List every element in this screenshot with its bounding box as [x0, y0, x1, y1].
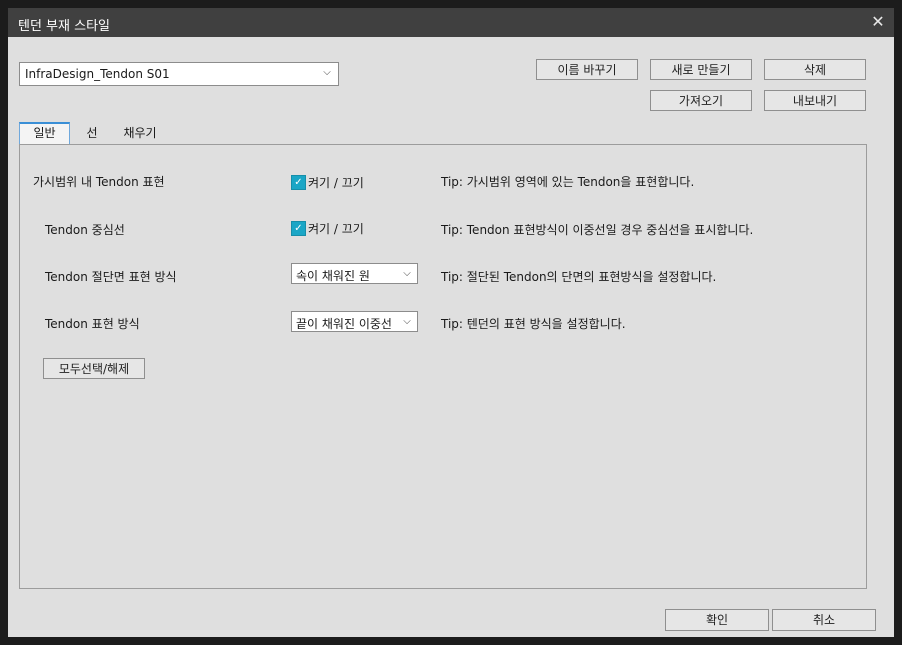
tab-general[interactable]: 일반 [19, 122, 70, 145]
delete-button[interactable]: 삭제 [764, 59, 866, 80]
cancel-button[interactable]: 취소 [772, 609, 876, 631]
tip-visible-tendon: Tip: 가시범위 영역에 있는 Tendon을 표현합니다. [441, 175, 695, 189]
import-button[interactable]: 가져오기 [650, 90, 752, 111]
display-style-select[interactable]: 끝이 채워진 이중선 ⌵ [291, 311, 418, 332]
title-bar: 텐던 부재 스타일 ✕ [8, 8, 894, 37]
style-select-value: InfraDesign_Tendon S01 [25, 67, 170, 81]
tab-panel-general: 가시범위 내 Tendon 표현 ✓ 켜기 / 끄기 Tip: 가시범위 영역에… [19, 144, 867, 589]
row-label-visible-tendon: 가시범위 내 Tendon 표현 [33, 175, 165, 189]
row-label-display-style: Tendon 표현 방식 [45, 317, 140, 331]
rename-button[interactable]: 이름 바꾸기 [536, 59, 638, 80]
tab-fill[interactable]: 채우기 [117, 122, 163, 144]
dialog-frame: 텐던 부재 스타일 ✕ InfraDesign_Tendon S01 ⌵ 이름 … [0, 0, 902, 645]
dialog-body: InfraDesign_Tendon S01 ⌵ 이름 바꾸기 새로 만들기 삭… [8, 37, 894, 637]
tab-line[interactable]: 선 [77, 122, 107, 144]
export-button[interactable]: 내보내기 [764, 90, 866, 111]
section-style-select[interactable]: 속이 채워진 원 ⌵ [291, 263, 418, 284]
chevron-down-icon[interactable]: ⌵ [400, 314, 414, 329]
tip-centerline: Tip: Tendon 표현방식이 이중선일 경우 중심선을 표시합니다. [441, 223, 754, 237]
chevron-down-icon[interactable]: ⌵ [400, 266, 414, 281]
checkbox-visible-tendon-label: 켜기 / 끄기 [308, 176, 364, 190]
tip-display-style: Tip: 텐던의 표현 방식을 설정합니다. [441, 317, 626, 331]
checkbox-centerline-label: 켜기 / 끄기 [308, 222, 364, 236]
checkbox-centerline[interactable]: ✓ [291, 221, 306, 236]
section-style-value: 속이 채워진 원 [296, 269, 370, 283]
tip-section-style: Tip: 절단된 Tendon의 단면의 표현방식을 설정합니다. [441, 270, 717, 284]
row-label-centerline: Tendon 중심선 [45, 223, 125, 237]
select-all-button[interactable]: 모두선택/해제 [43, 358, 145, 379]
display-style-value: 끝이 채워진 이중선 [296, 317, 392, 331]
chevron-down-icon[interactable]: ⌵ [319, 65, 335, 81]
ok-button[interactable]: 확인 [665, 609, 769, 631]
close-icon[interactable]: ✕ [868, 12, 888, 32]
new-button[interactable]: 새로 만들기 [650, 59, 752, 80]
checkbox-visible-tendon[interactable]: ✓ [291, 175, 306, 190]
row-label-section-style: Tendon 절단면 표현 방식 [45, 270, 177, 284]
style-select[interactable]: InfraDesign_Tendon S01 ⌵ [19, 62, 339, 86]
window-title: 텐던 부재 스타일 [18, 19, 110, 34]
